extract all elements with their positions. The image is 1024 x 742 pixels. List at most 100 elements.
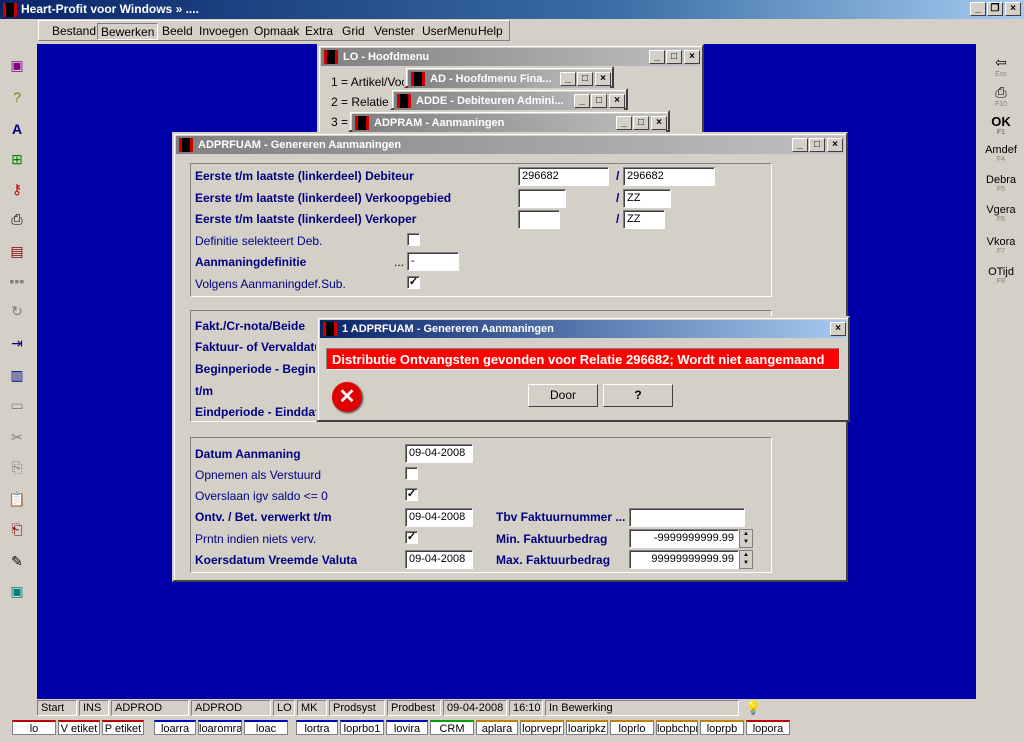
task-button[interactable]: loac — [244, 720, 288, 735]
adpram-aanmaningen-window[interactable]: ADPRAM - Aanmaningen _ □ × — [348, 110, 670, 132]
otijd-button[interactable]: OTijd F8 — [981, 266, 1021, 294]
close-icon[interactable]: × — [651, 116, 667, 130]
close-icon[interactable]: × — [595, 72, 611, 86]
maximize-icon[interactable]: □ — [809, 138, 825, 152]
task-button[interactable]: loarra — [154, 720, 196, 735]
chart-icon[interactable]: ▥ — [6, 364, 28, 386]
koers-input[interactable]: 09-04-2008 — [405, 550, 473, 569]
vkora-button[interactable]: Vkora F7 — [981, 236, 1021, 264]
task-button[interactable]: loprpb — [700, 720, 744, 735]
maximize-icon[interactable]: □ — [591, 94, 607, 108]
ontv-input[interactable]: 09-04-2008 — [405, 508, 473, 527]
key-icon[interactable]: ⚷ — [6, 178, 28, 200]
lo-menu-item[interactable]: 3 = — [331, 114, 348, 130]
font-icon[interactable]: A — [6, 118, 28, 140]
paste-special-icon[interactable]: ⎗ — [6, 518, 28, 540]
task-button[interactable]: lortra — [296, 720, 338, 735]
close-icon[interactable]: × — [684, 50, 700, 64]
menu-grid[interactable]: Grid — [339, 23, 368, 40]
menu-usermenu[interactable]: UserMenu — [419, 23, 480, 40]
menu-opmaak[interactable]: Opmaak — [251, 23, 302, 40]
help-button[interactable]: ? — [603, 384, 673, 407]
task-button[interactable]: lopbchpr — [656, 720, 698, 735]
task-button[interactable]: V etiket — [58, 720, 100, 735]
paste-icon[interactable]: 📋 — [6, 488, 28, 510]
window-icon[interactable]: ▣ — [6, 54, 28, 76]
task-button[interactable]: lopora — [746, 720, 790, 735]
menu-beeld[interactable]: Beeld — [159, 23, 196, 40]
restore-icon[interactable]: ❐ — [987, 2, 1003, 16]
minimize-icon[interactable]: _ — [792, 138, 808, 152]
lightbulb-icon[interactable]: 💡 — [745, 700, 761, 716]
debiteur-from-input[interactable]: 296682 — [518, 167, 609, 186]
menu-bestand[interactable]: Bestand — [49, 23, 99, 40]
maximize-icon[interactable]: □ — [666, 50, 682, 64]
maximize-icon[interactable]: □ — [577, 72, 593, 86]
tree-icon[interactable]: ⊞ — [6, 148, 28, 170]
close-icon[interactable]: × — [830, 322, 846, 336]
monitor-icon[interactable]: ▣ — [6, 580, 28, 602]
task-button[interactable]: loprvepr — [520, 720, 564, 735]
task-button[interactable]: aplara — [476, 720, 518, 735]
menu-extra[interactable]: Extra — [302, 23, 336, 40]
overslaan-checkbox[interactable]: ✓ — [405, 488, 418, 501]
door-button[interactable]: Door — [528, 384, 598, 407]
copy-icon[interactable]: ⎘ — [6, 456, 28, 478]
help-icon[interactable]: ? — [6, 86, 28, 108]
verkoper-to-input[interactable]: ZZ — [623, 210, 665, 229]
tbv-faktuurnummer-input[interactable] — [629, 508, 745, 527]
verkoopgebied-to-input[interactable]: ZZ — [623, 189, 671, 208]
task-button[interactable]: loaromra — [198, 720, 242, 735]
minimize-icon[interactable]: _ — [970, 2, 986, 16]
refresh-icon[interactable]: ↻ — [6, 300, 28, 322]
edit-icon[interactable]: ✎ — [6, 550, 28, 572]
opnemen-checkbox[interactable] — [405, 467, 418, 480]
maximize-icon[interactable]: □ — [633, 116, 649, 130]
close-icon[interactable]: × — [1005, 2, 1021, 16]
minimize-icon[interactable]: _ — [574, 94, 590, 108]
adde-debiteuren-window[interactable]: ADDE - Debiteuren Admini... _ □ × — [390, 88, 628, 110]
error-dialog[interactable]: 1 ADPRFUAM - Genereren Aanmaningen × Dis… — [316, 316, 850, 422]
printer-icon[interactable]: ⎙ — [6, 208, 28, 230]
close-icon[interactable]: × — [609, 94, 625, 108]
close-icon[interactable]: × — [827, 138, 843, 152]
ad-hoofdmenu-window[interactable]: AD - Hoofdmenu Fina... _ □ × — [404, 66, 614, 88]
debra-button[interactable]: Debra F5 — [981, 174, 1021, 202]
verkoper-from-input[interactable] — [518, 210, 560, 229]
export-icon[interactable]: ⇥ — [6, 332, 28, 354]
verkoopgebied-from-input[interactable] — [518, 189, 566, 208]
task-button[interactable]: lovira — [386, 720, 428, 735]
menu-help[interactable]: Help — [475, 23, 506, 40]
dots-icon[interactable]: ▪▪▪ — [6, 270, 28, 292]
minimize-icon[interactable]: _ — [560, 72, 576, 86]
definitie-checkbox[interactable] — [407, 233, 420, 246]
debiteur-to-input[interactable]: 296682 — [623, 167, 715, 186]
cut-icon[interactable]: ✂ — [6, 426, 28, 448]
spinner-icon[interactable]: ▲ ▼ — [739, 529, 753, 548]
grid-icon[interactable]: ▤ — [6, 240, 28, 262]
task-button[interactable]: P etiket — [102, 720, 144, 735]
volgens-checkbox[interactable]: ✓ — [407, 276, 420, 289]
form-icon[interactable]: ▭ — [6, 394, 28, 416]
amdef-button[interactable]: Amdef F4 — [981, 144, 1021, 172]
task-button[interactable]: lo — [12, 720, 56, 735]
task-button[interactable]: loaripkz — [566, 720, 608, 735]
vgera-button[interactable]: Vgera F6 — [981, 204, 1021, 232]
menu-venster[interactable]: Venster — [371, 23, 418, 40]
menu-bewerken[interactable]: Bewerken — [97, 23, 159, 40]
escape-button[interactable]: ⇦ Esc — [981, 54, 1021, 82]
spinner-icon[interactable]: ▲ ▼ — [739, 550, 753, 569]
ok-button[interactable]: OK F1 — [981, 114, 1021, 142]
f10-button[interactable]: ⎙ F10 — [981, 84, 1021, 112]
task-button[interactable]: loprbo1 — [340, 720, 384, 735]
lo-menu-item[interactable]: 2 = Relatie — [331, 94, 389, 110]
max-faktuurbedrag-input[interactable]: 99999999999.99 — [629, 550, 739, 569]
datum-aanmaning-input[interactable]: 09-04-2008 — [405, 444, 473, 463]
min-faktuurbedrag-input[interactable]: -9999999999.99 — [629, 529, 739, 548]
menu-invoegen[interactable]: Invoegen — [196, 23, 251, 40]
task-button[interactable]: loprlo — [610, 720, 654, 735]
task-button[interactable]: CRM — [430, 720, 474, 735]
aanmaningdef-input[interactable]: - — [407, 252, 459, 271]
prntn-checkbox[interactable]: ✓ — [405, 531, 418, 544]
minimize-icon[interactable]: _ — [649, 50, 665, 64]
